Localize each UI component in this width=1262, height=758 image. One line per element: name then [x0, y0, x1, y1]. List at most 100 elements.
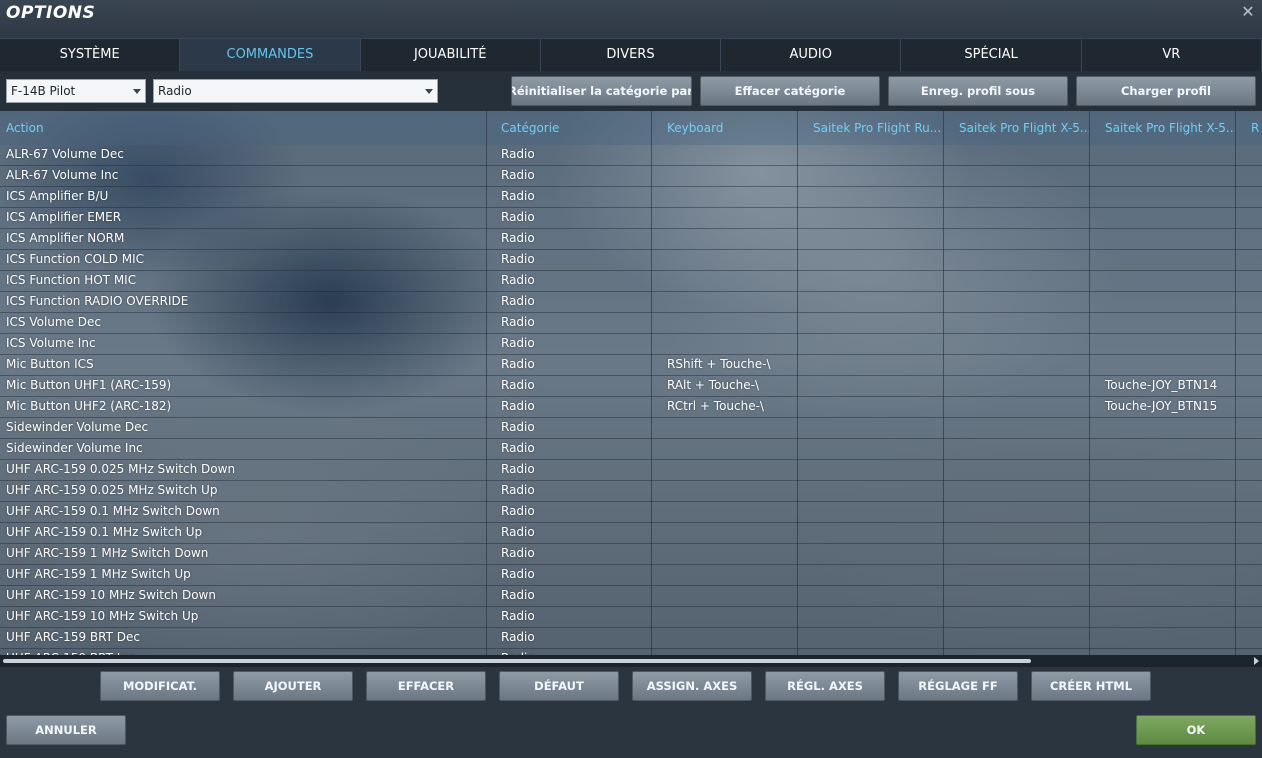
cell-keyboard[interactable]: RCtrl + Touche-\	[661, 396, 797, 417]
table-row[interactable]: ICS Amplifier NORM Radio	[0, 228, 1262, 249]
cell-keyboard[interactable]	[661, 501, 797, 522]
reset-category-button[interactable]: Réinitialiser la catégorie par défaut	[511, 76, 692, 106]
cell-keyboard[interactable]	[661, 480, 797, 501]
assign-axes-button[interactable]: ASSIGN. AXES	[632, 671, 752, 701]
tab-systeme[interactable]: SYSTÈME	[0, 38, 181, 71]
column-header-category[interactable]: Catégorie	[495, 111, 651, 145]
table-row[interactable]: UHF ARC-159 0.025 MHz Switch Down Radio	[0, 459, 1262, 480]
cell-device-2[interactable]	[953, 459, 1089, 480]
save-profile-button[interactable]: Enreg. profil sous	[888, 76, 1068, 106]
column-header-keyboard[interactable]: Keyboard	[661, 111, 797, 145]
cell-device-3[interactable]	[1099, 564, 1235, 585]
cell-device-3[interactable]	[1099, 291, 1235, 312]
cell-device-2[interactable]	[953, 606, 1089, 627]
cell-device-2[interactable]	[953, 333, 1089, 354]
cell-keyboard[interactable]	[661, 207, 797, 228]
cell-keyboard[interactable]	[661, 291, 797, 312]
cell-device-3[interactable]	[1099, 648, 1235, 655]
table-row[interactable]: Mic Button UHF1 (ARC-159) Radio RAlt + Tou…	[0, 375, 1262, 396]
cell-device-2[interactable]	[953, 627, 1089, 648]
cell-device-3[interactable]	[1099, 522, 1235, 543]
cell-keyboard[interactable]	[661, 585, 797, 606]
cell-device-2[interactable]	[953, 249, 1089, 270]
cell-device-1[interactable]	[807, 396, 943, 417]
cell-device-2[interactable]	[953, 165, 1089, 186]
cell-device-3[interactable]	[1099, 333, 1235, 354]
cell-device-2[interactable]	[953, 312, 1089, 333]
make-html-button[interactable]: CRÉER HTML	[1031, 671, 1151, 701]
cell-device-2[interactable]	[953, 375, 1089, 396]
cell-device-3[interactable]	[1099, 354, 1235, 375]
table-row[interactable]: UHF ARC-159 0.1 MHz Switch Down Radio	[0, 501, 1262, 522]
table-row[interactable]: ICS Function COLD MIC Radio	[0, 249, 1262, 270]
cell-device-2[interactable]	[953, 207, 1089, 228]
cell-device-2[interactable]	[953, 648, 1089, 655]
cell-keyboard[interactable]	[661, 228, 797, 249]
cell-device-1[interactable]	[807, 270, 943, 291]
cell-device-3[interactable]	[1099, 438, 1235, 459]
default-button[interactable]: DÉFAUT	[499, 671, 619, 701]
cell-keyboard[interactable]	[661, 438, 797, 459]
cell-keyboard[interactable]	[661, 627, 797, 648]
cell-device-3[interactable]	[1099, 270, 1235, 291]
cell-keyboard[interactable]	[661, 249, 797, 270]
cell-device-1[interactable]	[807, 333, 943, 354]
tab-commandes[interactable]: COMMANDES	[180, 38, 361, 71]
cell-keyboard[interactable]	[661, 165, 797, 186]
clear-button[interactable]: EFFACER	[366, 671, 486, 701]
axis-tune-button[interactable]: RÉGL. AXES	[765, 671, 885, 701]
cell-device-2[interactable]	[953, 396, 1089, 417]
table-row[interactable]: UHF ARC-159 10 MHz Switch Down Radio	[0, 585, 1262, 606]
cancel-button[interactable]: ANNULER	[6, 715, 126, 745]
tab-vr[interactable]: VR	[1081, 38, 1262, 71]
cell-device-1[interactable]	[807, 522, 943, 543]
cell-device-3[interactable]	[1099, 312, 1235, 333]
cell-device-2[interactable]	[953, 564, 1089, 585]
cell-device-3[interactable]	[1099, 144, 1235, 165]
cell-device-3[interactable]	[1099, 459, 1235, 480]
cell-device-1[interactable]	[807, 543, 943, 564]
cell-keyboard[interactable]	[661, 522, 797, 543]
cell-device-2[interactable]	[953, 354, 1089, 375]
cell-keyboard[interactable]	[661, 606, 797, 627]
cell-device-3[interactable]: Touche-JOY_BTN14	[1099, 375, 1235, 396]
table-row[interactable]: ALR-67 Volume Inc Radio	[0, 165, 1262, 186]
ok-button[interactable]: OK	[1136, 715, 1256, 745]
cell-device-1[interactable]	[807, 354, 943, 375]
cell-keyboard[interactable]	[661, 459, 797, 480]
table-row[interactable]: Mic Button UHF2 (ARC-182) Radio RCtrl + To…	[0, 396, 1262, 417]
tab-jouabilite[interactable]: JOUABILITÉ	[360, 38, 541, 71]
cell-device-1[interactable]	[807, 375, 943, 396]
cell-device-1[interactable]	[807, 165, 943, 186]
cell-keyboard[interactable]	[661, 312, 797, 333]
table-row[interactable]: UHF ARC-159 BRT Dec Radio	[0, 627, 1262, 648]
tab-special[interactable]: SPÉCIAL	[901, 38, 1082, 71]
close-icon[interactable]: ✕	[1240, 4, 1256, 20]
column-header-device-2[interactable]: Saitek Pro Flight X-5...	[953, 111, 1089, 145]
table-row[interactable]: UHF ARC-159 1 MHz Switch Down Radio	[0, 543, 1262, 564]
aircraft-select[interactable]: F-14B Pilot	[6, 79, 146, 103]
cell-device-2[interactable]	[953, 270, 1089, 291]
clear-category-button[interactable]: Effacer catégorie	[700, 76, 880, 106]
cell-device-3[interactable]	[1099, 480, 1235, 501]
cell-device-2[interactable]	[953, 228, 1089, 249]
cell-device-3[interactable]	[1099, 501, 1235, 522]
scrollbar-thumb[interactable]	[3, 659, 1031, 663]
horizontal-scrollbar[interactable]	[0, 655, 1262, 667]
cell-device-1[interactable]	[807, 228, 943, 249]
table-row[interactable]: UHF ARC-159 0.1 MHz Switch Up Radio	[0, 522, 1262, 543]
cell-device-1[interactable]	[807, 291, 943, 312]
cell-device-2[interactable]	[953, 585, 1089, 606]
load-profile-button[interactable]: Charger profil	[1076, 76, 1256, 106]
cell-device-1[interactable]	[807, 417, 943, 438]
column-header-action[interactable]: Action	[0, 111, 486, 145]
cell-device-1[interactable]	[807, 186, 943, 207]
add-button[interactable]: AJOUTER	[233, 671, 353, 701]
table-row[interactable]: ICS Amplifier B/U Radio	[0, 186, 1262, 207]
cell-device-2[interactable]	[953, 501, 1089, 522]
cell-device-2[interactable]	[953, 438, 1089, 459]
table-row[interactable]: UHF ARC-159 10 MHz Switch Up Radio	[0, 606, 1262, 627]
cell-device-1[interactable]	[807, 144, 943, 165]
cell-device-1[interactable]	[807, 501, 943, 522]
cell-device-2[interactable]	[953, 522, 1089, 543]
